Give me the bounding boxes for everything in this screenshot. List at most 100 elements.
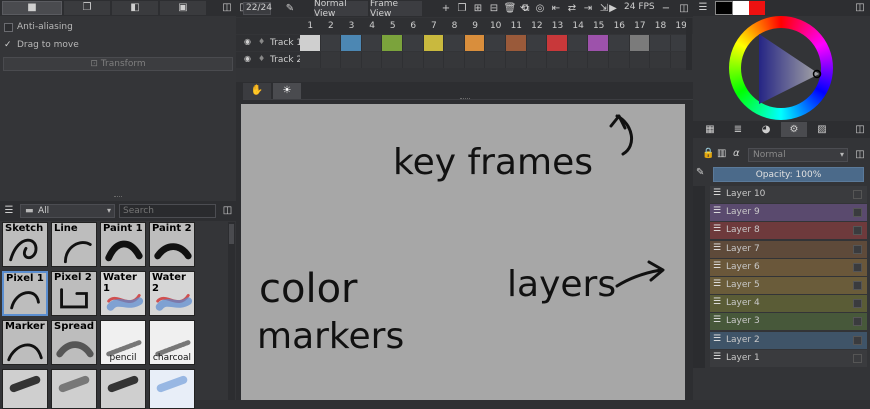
layer-list-scrollbar[interactable]	[693, 186, 705, 368]
layer-visibility-checkbox[interactable]	[853, 317, 862, 327]
tag-filter-select[interactable]: ▬ All ▾	[20, 204, 115, 218]
color-menu-button[interactable]: ☰	[697, 2, 709, 14]
frame-cell[interactable]	[506, 52, 526, 68]
track-row[interactable]: ◉ ♦ Track 1	[236, 35, 691, 51]
layer-row[interactable]: ☰ Layer 4	[710, 295, 867, 313]
opacity-slider[interactable]: Opacity: 100%	[713, 167, 864, 182]
next-frame-icon[interactable]: ⇥	[582, 1, 594, 16]
frame-number[interactable]: 7	[424, 21, 445, 31]
frame-cell[interactable]	[485, 52, 505, 68]
frame-cell[interactable]	[300, 52, 320, 68]
layer-row[interactable]: ☰ Layer 10	[710, 186, 867, 203]
brush-preset[interactable]: Marker	[2, 320, 48, 365]
brush-preset[interactable]: Pixel 2	[51, 271, 97, 316]
frame-number[interactable]: 11	[506, 21, 527, 31]
brush-view-button[interactable]: ◫	[221, 204, 234, 218]
frame-cell[interactable]	[526, 52, 547, 68]
frame-cell[interactable]	[526, 35, 547, 51]
layer-visibility-checkbox[interactable]	[853, 208, 862, 218]
onion-skin-toggle-icon[interactable]: ♦	[258, 55, 265, 63]
track-row[interactable]: ◉ ♦ Track 2	[236, 52, 691, 68]
frame-cell[interactable]	[444, 52, 464, 68]
edit-frame-button[interactable]: ✎	[284, 2, 296, 15]
lock-icon[interactable]: 🔒	[702, 149, 714, 159]
frame-cell[interactable]	[341, 35, 361, 51]
frame-cell[interactable]	[567, 52, 588, 68]
frame-number[interactable]: 6	[403, 21, 424, 31]
timeline-options-button[interactable]: ◫	[678, 2, 690, 15]
frame-cell[interactable]	[650, 52, 670, 68]
brush-preset[interactable]: Water 2	[149, 271, 195, 316]
normal-view-button[interactable]: Normal View	[314, 0, 368, 19]
layer-visibility-checkbox[interactable]	[853, 190, 862, 199]
layer-row[interactable]: ☰ Layer 9	[710, 204, 867, 222]
color-options-button[interactable]: ◫	[854, 2, 866, 14]
frame-number[interactable]: 3	[341, 21, 362, 31]
frame-cell[interactable]	[464, 35, 485, 51]
layer-visibility-checkbox[interactable]	[853, 262, 862, 272]
fps-readout[interactable]: 24 FPS	[624, 2, 655, 12]
layer-row[interactable]: ☰ Layer 2	[710, 331, 867, 349]
frame-cell[interactable]	[403, 35, 423, 51]
inherit-alpha-icon[interactable]: ▥	[717, 149, 726, 159]
lightbulb-tab[interactable]: ☀	[273, 83, 301, 99]
brush-preset[interactable]: Line	[51, 222, 97, 267]
visibility-eye-icon[interactable]: ◉	[244, 38, 251, 46]
frame-cell[interactable]	[485, 35, 505, 51]
frame-cell[interactable]	[609, 52, 629, 68]
recent-color-swatch[interactable]	[749, 1, 765, 15]
frame-mode-tab[interactable]: ▣	[160, 1, 206, 15]
brush-menu-button[interactable]: ☰	[2, 204, 16, 218]
frame-cell[interactable]	[300, 35, 320, 51]
layer-visibility-checkbox[interactable]	[853, 335, 862, 345]
insert-frame-icon[interactable]: ⊞	[472, 1, 484, 16]
frame-cell[interactable]	[547, 35, 567, 51]
swap-icon[interactable]: ⇄	[566, 1, 578, 16]
trash-icon[interactable]: 🗑	[504, 1, 517, 16]
drawing-canvas[interactable]: key frames color markers layers	[241, 104, 685, 400]
onion-skin-toggle-icon[interactable]: ♦	[258, 38, 265, 46]
background-color-swatch[interactable]	[733, 1, 749, 15]
brush-preset[interactable]	[149, 369, 195, 409]
brush-search-input[interactable]	[119, 204, 216, 218]
layer-row[interactable]: ☰ Layer 3	[710, 313, 867, 331]
layer-visibility-checkbox[interactable]	[853, 299, 862, 309]
frame-cell[interactable]	[361, 52, 382, 68]
onion-skin-icon[interactable]: ◎	[534, 1, 546, 16]
frame-number[interactable]: 13	[547, 21, 568, 31]
brush-preset[interactable]: Paint 1	[100, 222, 146, 267]
frame-number[interactable]: 2	[321, 21, 342, 31]
layers-docker-tab[interactable]: ≣	[725, 122, 751, 137]
brush-preset[interactable]: Sketch	[2, 222, 48, 267]
color-wheel[interactable]	[729, 16, 833, 120]
frame-cell[interactable]	[464, 52, 485, 68]
foreground-color-swatch[interactable]	[715, 1, 733, 15]
frame-number[interactable]: 14	[568, 21, 589, 31]
group-mode-tab[interactable]: ◧	[112, 1, 158, 15]
frame-number[interactable]: 8	[444, 21, 465, 31]
frame-number[interactable]: 9	[465, 21, 486, 31]
splitter-handle[interactable]	[460, 98, 470, 100]
splitter-handle[interactable]	[114, 196, 122, 198]
frame-cell[interactable]	[629, 52, 650, 68]
frame-cell[interactable]	[629, 35, 650, 51]
frame-cell[interactable]	[588, 52, 608, 68]
blend-mode-select[interactable]: Normal ▾	[748, 148, 848, 162]
drag-to-move-checkbox[interactable]: ✓	[4, 40, 12, 50]
layer-visibility-checkbox[interactable]	[853, 353, 862, 363]
frame-cell[interactable]	[341, 52, 361, 68]
layer-row[interactable]: ☰ Layer 8	[710, 222, 867, 240]
frame-cell[interactable]	[506, 35, 526, 51]
layer-row[interactable]: ☰ Layer 5	[710, 277, 867, 294]
frame-number[interactable]: 12	[527, 21, 548, 31]
frame-number[interactable]: 1	[300, 21, 321, 31]
layer-visibility-checkbox[interactable]	[853, 281, 862, 290]
frame-cell[interactable]	[382, 35, 402, 51]
select-mode-tab[interactable]: ■	[2, 1, 62, 15]
prev-frame-icon[interactable]: ⇤	[550, 1, 562, 16]
frame-cell[interactable]	[588, 35, 608, 51]
layer-visibility-checkbox[interactable]	[853, 244, 862, 254]
frame-cell[interactable]	[444, 35, 464, 51]
frame-number[interactable]: 15	[588, 21, 609, 31]
brush-docker-tab[interactable]: ▦	[697, 122, 723, 137]
